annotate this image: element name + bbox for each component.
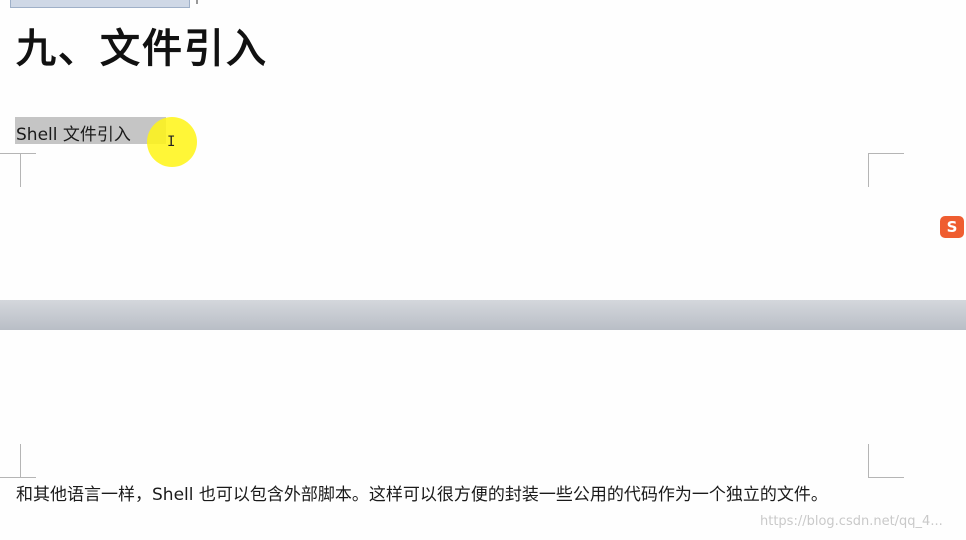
document-tab-remnant[interactable] [10,0,190,8]
watermark-text: https://blog.csdn.net/qq_4... [760,514,943,529]
ibeam-cursor-icon: I [167,134,176,150]
page-corner-mark-line [0,153,36,154]
page-corner-mark [868,444,889,478]
document-page-top: 九、文件引入 Shell 文件引入 I S [0,0,966,300]
body-paragraph[interactable]: 和其他语言一样，Shell 也可以包含外部脚本。这样可以很方便的封装一些公用的代… [16,481,886,509]
page-corner-mark-line [0,477,36,478]
page-corner-mark [0,444,21,478]
page-corner-mark [0,153,21,187]
tab-separator [196,0,198,4]
page-corner-mark-line [868,153,904,154]
section-heading: 九、文件引入 [16,26,268,72]
page-gap [0,300,966,330]
selected-text-line[interactable]: Shell 文件引入 [16,120,131,145]
page-corner-mark [868,153,889,187]
sogou-ime-icon[interactable]: S [940,216,964,238]
page-corner-mark-line [868,477,904,478]
